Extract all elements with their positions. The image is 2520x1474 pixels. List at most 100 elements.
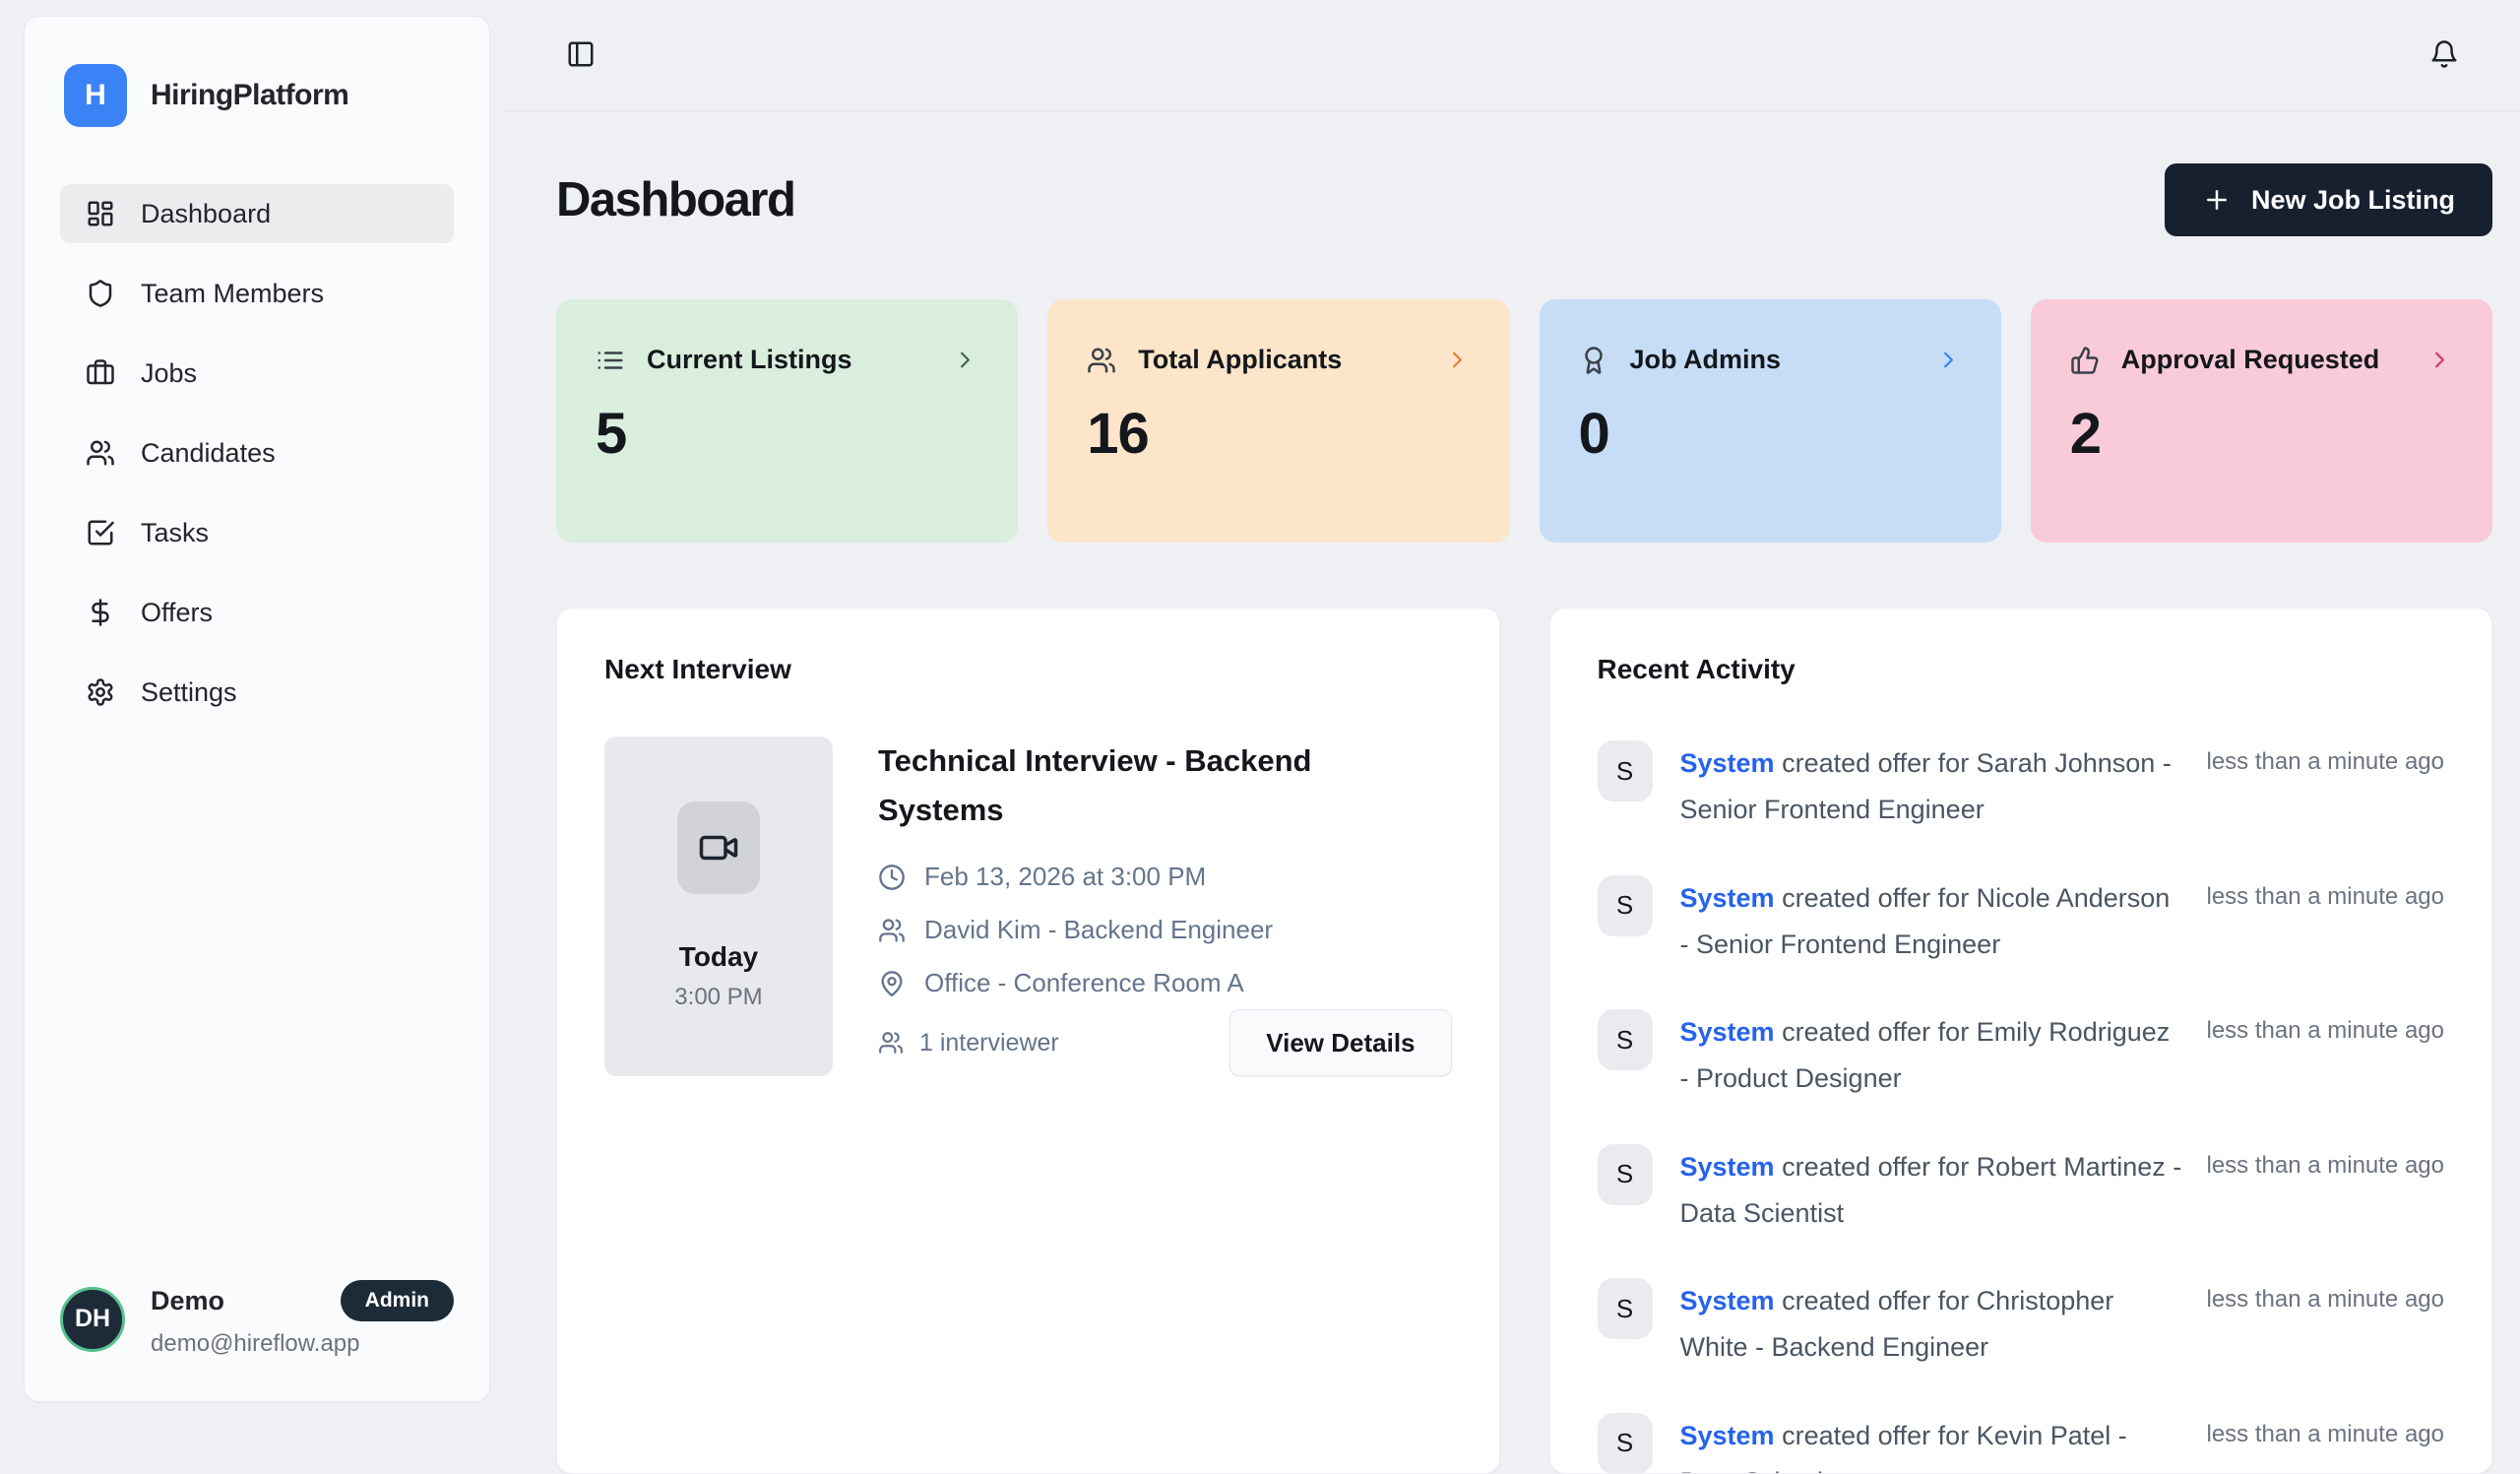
activity-actor-link[interactable]: System: [1680, 1421, 1775, 1450]
brand-logo: H: [64, 64, 127, 127]
interview-meta-text: Office - Conference Room A: [924, 968, 1244, 998]
activity-timestamp: less than a minute ago: [2207, 1413, 2445, 1474]
stats-row: Current Listings 5 Total Applicants 16 J…: [556, 299, 2492, 543]
stat-card[interactable]: Current Listings 5: [556, 299, 1018, 543]
activity-text: System created offer for Nicole Anderson…: [1680, 875, 2183, 969]
next-interview-title: Next Interview: [604, 654, 1452, 685]
sidebar-nav-item[interactable]: Team Members: [60, 264, 454, 323]
check-square-icon: [86, 518, 115, 547]
user-profile[interactable]: DH Demo Admin demo@hireflow.app: [60, 1280, 454, 1358]
activity-text: System created offer for Christopher Whi…: [1680, 1278, 2183, 1372]
sidebar-toggle-button[interactable]: [566, 39, 596, 72]
user-info: Demo Admin demo@hireflow.app: [151, 1280, 454, 1358]
sidebar-nav-item-label: Candidates: [141, 438, 276, 469]
briefcase-icon: [86, 358, 115, 388]
activity-actor-link[interactable]: System: [1680, 1152, 1775, 1182]
activity-avatar: S: [1598, 1144, 1653, 1205]
dashboard-grid-icon: [86, 199, 115, 228]
users-icon: [1087, 346, 1116, 375]
users-icon: [878, 917, 906, 944]
interview-job-title: Technical Interview - Backend Systems: [878, 737, 1390, 834]
brand-logo-letter: H: [85, 79, 106, 112]
lower-cards-row: Next Interview Today 3:00 PM Technical I…: [556, 608, 2492, 1474]
interview-footer: 1 interviewer View Details: [878, 1009, 1452, 1076]
activity-avatar: S: [1598, 740, 1653, 801]
activity-timestamp: less than a minute ago: [2207, 875, 2445, 969]
sidebar-nav-item[interactable]: Tasks: [60, 503, 454, 562]
chevron-right-icon: [1444, 347, 1471, 373]
shield-icon: [86, 279, 115, 308]
sidebar-nav-item[interactable]: Settings: [60, 663, 454, 722]
activity-avatar: S: [1598, 1278, 1653, 1339]
stat-label: Total Applicants: [1138, 345, 1342, 375]
stat-card[interactable]: Total Applicants 16: [1047, 299, 1509, 543]
recent-activity-title: Recent Activity: [1598, 654, 2445, 685]
interview-meta-row: Office - Conference Room A: [878, 968, 1452, 998]
award-icon: [1579, 346, 1608, 375]
sidebar-nav-item[interactable]: Dashboard: [60, 184, 454, 243]
clock-icon: [878, 864, 906, 891]
page-header: Dashboard New Job Listing: [556, 163, 2492, 236]
recent-activity-panel: Recent Activity S System created offer f…: [1549, 608, 2493, 1474]
activity-actor-link[interactable]: System: [1680, 1286, 1775, 1315]
activity-avatar: S: [1598, 1009, 1653, 1070]
page-title: Dashboard: [556, 172, 794, 227]
new-job-listing-label: New Job Listing: [2251, 185, 2455, 216]
interview-meta-row: David Kim - Backend Engineer: [878, 915, 1452, 945]
next-interview-panel: Next Interview Today 3:00 PM Technical I…: [556, 608, 1500, 1474]
user-name: Demo: [151, 1286, 224, 1316]
activity-list: S System created offer for Sarah Johnson…: [1598, 740, 2445, 1474]
bell-icon: [2429, 39, 2459, 69]
dollar-sign-icon: [86, 598, 115, 627]
chevron-right-icon: [1935, 347, 1962, 373]
sidebar-nav-item-label: Settings: [141, 677, 237, 708]
avatar: DH: [60, 1287, 125, 1352]
sidebar-nav: Dashboard Team Members Jobs Candidates T…: [25, 184, 489, 722]
activity-row: S System created offer for Christopher W…: [1598, 1278, 2445, 1372]
video-icon: [677, 801, 760, 894]
interview-time: 3:00 PM: [674, 984, 762, 1011]
sidebar-nav-item[interactable]: Jobs: [60, 344, 454, 403]
interviewer-count-label: 1 interviewer: [919, 1029, 1059, 1057]
sidebar-nav-item[interactable]: Candidates: [60, 423, 454, 482]
activity-text: System created offer for Sarah Johnson -…: [1680, 740, 2183, 834]
new-job-listing-button[interactable]: New Job Listing: [2165, 163, 2492, 236]
stat-value: 5: [596, 401, 978, 467]
users-icon: [878, 1030, 904, 1056]
interview-meta-text: Feb 13, 2026 at 3:00 PM: [924, 862, 1206, 892]
activity-row: S System created offer for Kevin Patel -…: [1598, 1413, 2445, 1474]
map-pin-icon: [878, 970, 906, 997]
sidebar: H HiringPlatform Dashboard Team Members …: [24, 16, 490, 1402]
activity-avatar: S: [1598, 875, 1653, 936]
activity-row: S System created offer for Emily Rodrigu…: [1598, 1009, 2445, 1103]
activity-timestamp: less than a minute ago: [2207, 1009, 2445, 1103]
stat-value: 16: [1087, 401, 1470, 467]
stat-card[interactable]: Job Admins 0: [1540, 299, 2001, 543]
activity-timestamp: less than a minute ago: [2207, 1144, 2445, 1238]
interview-meta-list: Feb 13, 2026 at 3:00 PM David Kim - Back…: [878, 862, 1452, 998]
interview-day: Today: [679, 941, 758, 973]
sidebar-nav-item[interactable]: Offers: [60, 583, 454, 642]
topbar: [505, 0, 2520, 111]
view-details-button[interactable]: View Details: [1229, 1009, 1451, 1076]
activity-text: System created offer for Emily Rodriguez…: [1680, 1009, 2183, 1103]
gear-icon: [86, 677, 115, 707]
activity-actor-link[interactable]: System: [1680, 1017, 1775, 1047]
interview-meta-row: Feb 13, 2026 at 3:00 PM: [878, 862, 1452, 892]
stat-card[interactable]: Approval Requested 2: [2031, 299, 2492, 543]
chevron-right-icon: [952, 347, 978, 373]
notifications-button[interactable]: [2429, 39, 2459, 72]
sidebar-nav-item-label: Offers: [141, 598, 213, 628]
interview-details: Technical Interview - Backend Systems Fe…: [878, 737, 1452, 1076]
activity-actor-link[interactable]: System: [1680, 883, 1775, 913]
interviewer-count: 1 interviewer: [878, 1029, 1059, 1057]
plus-icon: [2202, 185, 2232, 215]
thumbs-up-icon: [2070, 346, 2100, 375]
activity-text: System created offer for Robert Martinez…: [1680, 1144, 2183, 1238]
brand: H HiringPlatform: [25, 17, 489, 127]
activity-row: S System created offer for Nicole Anders…: [1598, 875, 2445, 969]
activity-actor-link[interactable]: System: [1680, 748, 1775, 778]
interview-card: Today 3:00 PM Technical Interview - Back…: [604, 737, 1452, 1076]
panel-left-icon: [566, 39, 596, 69]
sidebar-nav-item-label: Team Members: [141, 279, 324, 309]
